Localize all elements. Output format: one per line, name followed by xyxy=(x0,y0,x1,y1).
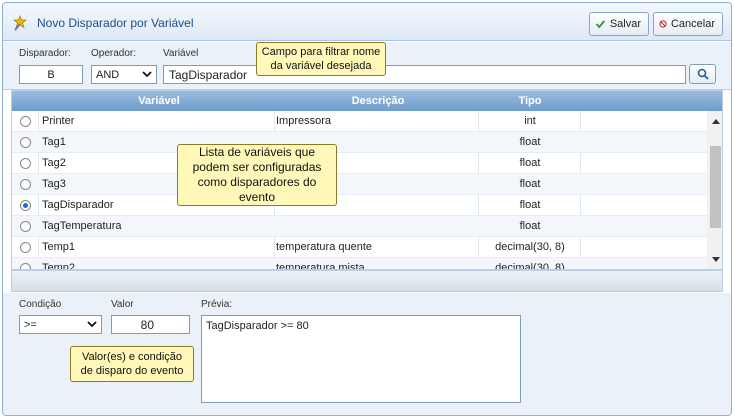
cell-variable-name: Temp2 xyxy=(42,262,76,270)
check-icon xyxy=(595,20,605,29)
filter-annotation: Campo para filtrar nome da variável dese… xyxy=(256,42,386,76)
magnifier-icon xyxy=(697,68,709,80)
cell-type: float xyxy=(519,157,541,169)
operator-label: Operador: xyxy=(91,48,137,59)
column-header-type[interactable]: Tipo xyxy=(480,95,580,107)
condition-value: >= xyxy=(24,318,37,331)
variables-grid: Variável Descrição Tipo Printer Impressor… xyxy=(11,90,723,270)
cancel-button[interactable]: Cancelar xyxy=(653,12,723,36)
grid-header: Variável Descrição Tipo xyxy=(12,91,722,111)
scroll-thumb[interactable] xyxy=(710,146,721,228)
table-row[interactable]: Printer Impressora int xyxy=(12,111,707,132)
cell-description: temperatura mista xyxy=(276,262,365,270)
grid-footer-bar xyxy=(11,270,723,292)
cell-description: Impressora xyxy=(276,115,332,127)
title-bar: Novo Disparador por Variável Salvar Canc… xyxy=(3,3,731,41)
trigger-label: Disparador: xyxy=(19,48,71,59)
cell-variable-name: Tag1 xyxy=(42,136,66,148)
preview-text: TagDisparador >= 80 xyxy=(206,320,309,332)
row-radio-button[interactable] xyxy=(20,242,31,253)
cell-variable-name: TagDisparador xyxy=(42,199,114,211)
column-header-description[interactable]: Descrição xyxy=(276,95,480,107)
column-header-variable[interactable]: Variável xyxy=(42,95,276,107)
row-radio-button[interactable] xyxy=(20,263,31,269)
row-radio-button[interactable] xyxy=(20,137,31,148)
variable-filter-input[interactable]: TagDisparador xyxy=(163,65,686,84)
condition-annotation: Valor(es) e condição de disparo do event… xyxy=(70,346,194,382)
cell-type: float xyxy=(519,136,541,148)
row-radio-button[interactable] xyxy=(20,158,31,169)
value-label: Valor xyxy=(111,299,134,310)
cell-variable-name: Tag2 xyxy=(42,157,66,169)
condition-label: Condição xyxy=(19,299,62,310)
operator-value: AND xyxy=(96,68,120,81)
table-row[interactable]: Tag1 float xyxy=(12,132,707,153)
cell-type: int xyxy=(524,115,536,127)
variable-filter-value: TagDisparador xyxy=(169,67,248,82)
table-row[interactable]: Tag2 float xyxy=(12,153,707,174)
cancel-label: Cancelar xyxy=(670,18,715,30)
scroll-down-arrow-icon[interactable] xyxy=(707,253,722,265)
cell-variable-name: TagTemperatura xyxy=(42,220,122,232)
window-title: Novo Disparador por Variável xyxy=(37,16,194,30)
trigger-value: B xyxy=(47,68,55,81)
cell-type: decimal(30, 8) xyxy=(495,241,565,253)
trigger-wand-icon xyxy=(13,15,27,31)
table-row[interactable]: TagTemperatura float xyxy=(12,216,707,237)
vertical-scrollbar[interactable] xyxy=(707,111,722,269)
condition-annotation-text: Valor(es) e condição de disparo do event… xyxy=(80,351,184,377)
cell-variable-name: Printer xyxy=(42,115,75,127)
cell-type: float xyxy=(519,199,541,211)
condition-select[interactable]: >= xyxy=(19,315,102,334)
preview-box[interactable]: TagDisparador >= 80 xyxy=(201,315,521,403)
table-row[interactable]: Temp2 temperatura mista decimal(30, 8) xyxy=(12,258,707,270)
cell-type: decimal(30, 8) xyxy=(495,262,565,270)
cell-type: float xyxy=(519,220,541,232)
row-radio-button[interactable] xyxy=(20,116,31,127)
table-row[interactable]: Tag3 float xyxy=(12,174,707,195)
save-button[interactable]: Salvar xyxy=(589,12,649,36)
table-row[interactable]: Temp1 temperatura quente decimal(30, 8) xyxy=(12,237,707,258)
value-text: 80 xyxy=(140,317,154,332)
list-annotation: Lista de variáveis que podem ser configu… xyxy=(177,144,337,206)
chevron-down-icon xyxy=(87,321,97,328)
cell-variable-name: Temp1 xyxy=(42,241,76,253)
grid-body: Printer Impressora int Tag1 float Tag2 float Ta… xyxy=(12,111,707,270)
cell-type: float xyxy=(519,178,541,190)
cell-variable-name: Tag3 xyxy=(42,178,66,190)
search-button[interactable] xyxy=(689,64,716,84)
row-radio-button[interactable] xyxy=(20,179,31,190)
filter-annotation-text: Campo para filtrar nome da variável dese… xyxy=(261,46,381,72)
table-row[interactable]: TagDisparador float xyxy=(12,195,707,216)
no-entry-icon xyxy=(659,20,667,28)
row-radio-button[interactable] xyxy=(20,221,31,232)
trigger-dialog: Novo Disparador por Variável Salvar Canc… xyxy=(2,2,732,416)
scroll-up-arrow-icon[interactable] xyxy=(707,115,722,127)
save-label: Salvar xyxy=(609,18,641,30)
list-annotation-text: Lista de variáveis que podem ser configu… xyxy=(192,145,322,204)
cell-description: temperatura quente xyxy=(276,241,373,253)
preview-label: Prévia: xyxy=(201,299,233,310)
operator-select[interactable]: AND xyxy=(91,65,157,84)
trigger-field[interactable]: B xyxy=(19,65,83,84)
row-radio-button[interactable] xyxy=(20,200,31,211)
variable-label: Variável xyxy=(163,48,199,59)
chevron-down-icon xyxy=(142,71,152,78)
value-input[interactable]: 80 xyxy=(111,315,190,334)
